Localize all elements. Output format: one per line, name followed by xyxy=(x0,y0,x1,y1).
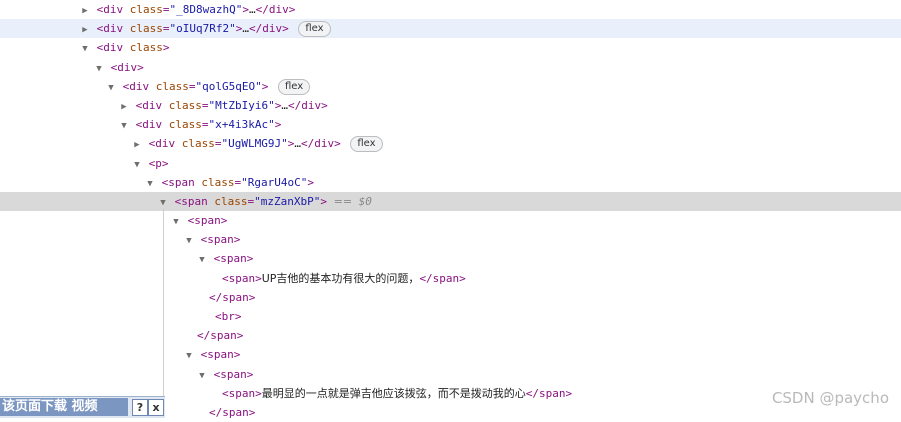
close-icon[interactable]: x xyxy=(148,399,164,416)
dom-node-row[interactable]: ▼ <div class="x+4i3kAc"> xyxy=(0,115,901,134)
dom-node-row[interactable]: ▼ <span> xyxy=(0,365,901,384)
dom-node-row[interactable]: ▼ <span class="RgarU4oC"> xyxy=(0,173,901,192)
dom-node-row[interactable]: ▼ <span> xyxy=(0,211,901,230)
flex-badge[interactable]: flex xyxy=(350,136,383,153)
selected-dom-node-row[interactable]: ▼ <span class="mzZanXbP"> == $0 xyxy=(0,191,901,212)
dom-node-row[interactable]: </span> xyxy=(0,326,901,345)
console-reference: $0 xyxy=(358,194,372,208)
dom-node-row[interactable]: ▶ <div class="oIUq7Rf2">…</div> flex xyxy=(0,19,901,39)
dom-node-row[interactable]: ▼ <span> xyxy=(0,230,901,249)
flex-badge[interactable]: flex xyxy=(277,78,311,95)
elements-tree: ▶ <div class="_8D8wazhQ">…</div> ▶ <div … xyxy=(0,0,901,419)
dom-node-row[interactable]: ▼ <div class="qolG5qEO"> flex xyxy=(0,77,901,96)
dom-node-row[interactable]: ▼ <span> xyxy=(0,345,901,364)
text-node: UP吉他的基本功有很大的问题， xyxy=(261,271,420,285)
watermark: CSDN @paycho xyxy=(771,389,889,407)
dom-node-row[interactable]: ▶ <div class="MtZbIyi6">…</div> xyxy=(0,96,901,115)
video-download-bar: 该页面下载 视频 ? x xyxy=(0,396,165,418)
help-icon[interactable]: ? xyxy=(132,399,148,416)
dom-node-row[interactable]: ▼ <p> xyxy=(0,154,901,173)
dom-node-row[interactable]: ▶ <div class="UgWLMG9J">…</div> flex xyxy=(0,134,901,153)
dom-node-row[interactable]: ▼ <div class> xyxy=(0,38,901,57)
dom-node-row[interactable]: <br> xyxy=(0,307,901,326)
download-video-button[interactable]: 该页面下载 视频 xyxy=(0,398,128,416)
text-node: 最明显的一点就是弹吉他应该拨弦，而不是拨动我的心 xyxy=(261,386,526,400)
dom-node-row[interactable]: ▼ <div> xyxy=(0,58,901,77)
dom-node-row[interactable]: </span> xyxy=(0,288,901,307)
indent-guide xyxy=(163,208,164,417)
flex-badge[interactable]: flex xyxy=(298,21,331,38)
dom-node-row[interactable]: <span>UP吉他的基本功有很大的问题，</span> xyxy=(0,269,901,288)
dom-node-row[interactable]: ▼ <span> xyxy=(0,249,901,268)
dom-node-row[interactable]: ▶ <div class="_8D8wazhQ">…</div> xyxy=(0,0,901,19)
